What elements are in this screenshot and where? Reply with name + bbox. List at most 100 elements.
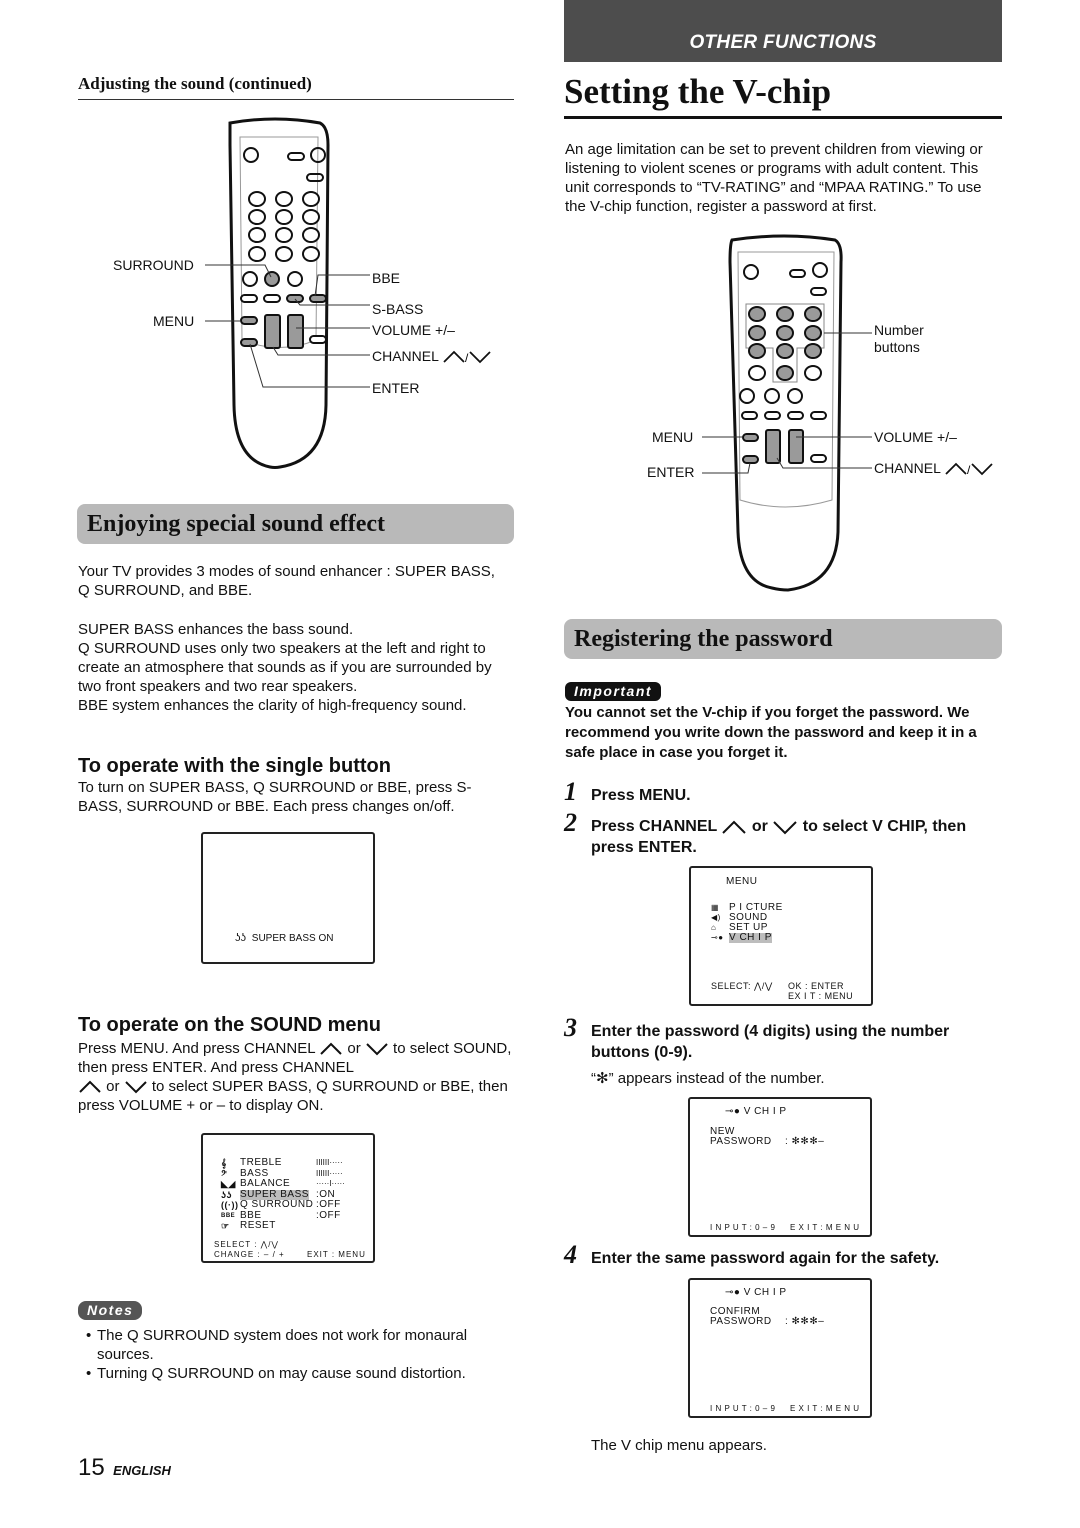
remote-diagram-vchip: Number buttons MENU ENTER VOLUME +/– CHA… [640,232,1010,592]
level-bar: ·····I····· [316,1179,345,1188]
notes-list: • The Q SURROUND system does not work for… [86,1326,506,1383]
step-number: 3 [564,1013,577,1042]
osd-select-hint-2: SELECT: ⋀/⋁ [711,981,773,991]
note-item: • The Q SURROUND system does not work for… [86,1327,468,1363]
label-volume-2: VOLUME +/– [874,429,957,445]
setup-icon: ⌂ [711,923,717,932]
chevron-up-icon [320,1042,342,1055]
section-heading-sound-effect: Enjoying special sound effect [77,504,514,544]
surround-button [264,271,280,287]
sound-menu-item[interactable]: RESET [240,1221,276,1231]
osd-main-menu: MENU ▦ P I CTURE ◀) SOUND ⌂ SET UP ⊸● V CH I P … [689,866,873,1006]
label-enter-2: ENTER [647,464,695,480]
main-menu-item[interactable]: V CH I P [729,933,772,943]
step-text: Press MENU. [591,787,691,804]
balance-icon: ◣◢ [221,1179,236,1189]
key-icon: ⊸● [725,1287,741,1298]
chevron-down-icon [124,1081,147,1094]
heading-single-button: To operate with the single button [78,755,391,777]
osd-vchip-title: ⊸● V CH I P [725,1106,787,1117]
desc-q-surround: Q SURROUND uses only two speakers at the… [78,640,492,695]
super-bass-icon: ʖʖ [235,932,246,944]
sound-menu-t2: or [347,1040,361,1057]
label-enter: ENTER [372,380,420,396]
osd-menu-title: MENU [726,876,758,887]
chevron-up-icon [79,1080,101,1093]
sound-menu-item[interactable]: TREBLE [240,1158,282,1168]
sound-menu-item[interactable]: BASS [240,1168,269,1179]
bbe-button [309,294,327,303]
sound-menu-text: Press MENU. And press CHANNEL or to sele… [78,1039,514,1115]
osd-input-hint-2: I N P U T : 0 – 9 [710,1404,776,1413]
sound-menu-item[interactable]: Q SURROUND [240,1200,313,1210]
step-4: 4 Enter the same password again for the … [564,1242,1004,1269]
remote-control-illustration [205,117,370,469]
sbass-button [286,294,304,303]
desc-super-bass: SUPER BASS enhances the bass sound. [78,621,354,638]
single-button-text: To turn on SUPER BASS, Q SURROUND or BBE… [78,779,472,815]
left-subheading: Adjusting the sound (continued) [78,74,514,100]
language-label: ENGLISH [113,1463,171,1478]
osd-super-bass-on: ʖʖ SUPER BASS ON [201,832,375,964]
note-item: • Turning Q SURROUND on may cause sound d… [86,1365,466,1382]
label-channel-text: CHANNEL [372,348,439,364]
osd-exit-hint-3: E X I T : M E N U [790,1223,860,1232]
step-number: 1 [564,777,577,806]
osd-new-password: ⊸● V CH I P NEW PASSWORD : ✻✻✻– I N P U … [688,1097,872,1237]
sound-menu-item[interactable]: BBE [240,1210,262,1221]
channel-up-down-icon-2: / [945,463,993,476]
osd-vchip-title-2: ⊸● V CH I P [725,1287,787,1298]
level-bar: IIIIII····· [316,1168,343,1178]
sound-menu-t1: Press MENU. And press CHANNEL [78,1040,316,1057]
sound-intro: Your TV provides 3 modes of sound enhanc… [78,563,495,599]
label-menu: MENU [153,313,195,329]
super-bass-icon: ʖʖ [221,1189,233,1200]
chevron-down-icon [366,1043,388,1056]
channel-up-down-icon: / [443,351,491,364]
label-surround: SURROUND [113,257,194,273]
osd-super-bass-text: SUPER BASS ON [251,933,334,944]
osd-ok-hint: OK : ENTER [788,981,845,991]
vchip-intro: An age limitation can be set to prevent … [565,141,983,215]
osd-super-bass-line: ʖʖ SUPER BASS ON [235,933,333,944]
label-sbass: S-BASS [372,301,424,317]
sound-menu-value: :OFF [316,1199,341,1210]
bass-clef-icon: 𝄢 [221,1168,228,1179]
sound-menu-value: :ON [316,1188,336,1200]
sound-menu-item[interactable]: BALANCE [240,1179,290,1189]
volume-button [287,314,304,349]
step-text-b: or [751,818,768,835]
label-channel: CHANNEL / [372,348,492,364]
page-number: 15 [78,1454,105,1481]
sound-menu-t4: or [106,1078,120,1095]
label-menu-2: MENU [652,429,694,445]
osd-password-value: : ✻✻✻– [785,1136,825,1147]
sound-descriptions: SUPER BASS enhances the bass sound. Q SU… [78,620,514,715]
step-2: 2 Press CHANNEL or to select V CHIP, the… [564,810,1004,858]
section-banner: OTHER FUNCTIONS [564,0,1002,62]
treble-clef-icon: 𝄞 [221,1158,227,1168]
step-3: 3 Enter the password (4 digits) using th… [564,1015,1004,1063]
step-number: 2 [564,808,577,837]
important-tag: Important [565,682,662,701]
q-surround-icon: ((·)) [221,1200,239,1210]
osd-password-label: PASSWORD [710,1136,772,1147]
chevron-down-icon [773,821,798,835]
label-bbe: BBE [372,270,401,286]
important-text: You cannot set the V-chip if you forget … [565,704,977,761]
osd-password-label-2: PASSWORD [710,1316,772,1327]
page-footer: 15 ENGLISH [78,1454,171,1482]
sound-menu-item[interactable]: SUPER BASS [240,1189,309,1200]
sound-menu-value: :OFF [316,1209,341,1221]
section-heading-password: Registering the password [564,619,1002,659]
osd-select-hint: SELECT : ⋀/⋁ [214,1240,279,1249]
label-channel-2-text: CHANNEL [874,460,941,476]
svg-text:/: / [465,351,469,364]
menu-button [240,316,258,325]
remote-diagram-sound: SURROUND MENU BBE S-BASS VOLUME +/– CHAN… [100,115,520,475]
osd-confirm-password: ⊸● V CH I P CONFIRM PASSWORD : ✻✻✻– I N … [688,1278,872,1418]
reset-icon: ☞ [221,1221,230,1231]
enter-button [240,338,258,347]
osd-password-value-2: : ✻✻✻– [785,1316,825,1327]
label-number-buttons: Number buttons [874,322,924,355]
